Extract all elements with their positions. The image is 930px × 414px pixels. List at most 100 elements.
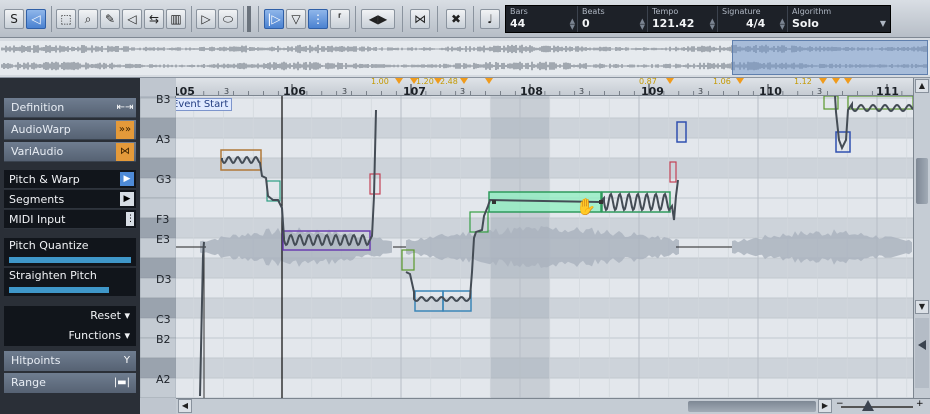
tempo-field[interactable]: Tempo 121.42 ▲ ▼: [648, 6, 718, 32]
bars-field[interactable]: Bars 44 ▲ ▼: [506, 6, 578, 32]
beat-number: 3: [342, 87, 348, 96]
range-section[interactable]: Range |▬|: [4, 373, 136, 393]
vertical-scroll-thumb[interactable]: [916, 158, 928, 204]
toolbar-divider: [355, 6, 356, 32]
warp-tab-marker[interactable]: [410, 78, 418, 84]
bars-value[interactable]: 44: [510, 17, 525, 30]
warp-factor: 1.12: [794, 78, 812, 86]
signature-value[interactable]: 4/4: [746, 17, 765, 30]
warp-factor: 0.87: [639, 78, 657, 86]
pitch-warp-mode[interactable]: Pitch & Warp ▶: [4, 170, 136, 189]
warp-tab-marker[interactable]: [736, 78, 744, 84]
beats-field[interactable]: Beats 0 ▲ ▼: [578, 6, 648, 32]
horizontal-scrollbar[interactable]: ◀ ▶ − +: [176, 398, 930, 414]
signature-field[interactable]: Signature 4/4 ▲ ▼: [718, 6, 788, 32]
straighten-pitch-bar[interactable]: [9, 287, 110, 293]
warp-tab-marker[interactable]: [819, 78, 827, 84]
volume-slider-icon[interactable]: [247, 6, 251, 32]
split-button[interactable]: ◀▶: [361, 9, 395, 29]
warp-tab-marker[interactable]: [460, 78, 468, 84]
bars-spinner-icon[interactable]: ▲ ▼: [570, 18, 575, 31]
draw-tool-button[interactable]: ✎: [100, 9, 120, 29]
key-label: C3: [156, 313, 171, 326]
toolbar-divider: [191, 6, 192, 32]
grid-button[interactable]: ⋮: [308, 9, 328, 29]
algorithm-field[interactable]: Algorithm Solo ▼: [788, 6, 890, 32]
scroll-right-icon[interactable]: ▶: [818, 399, 832, 413]
bar-number: 108: [520, 85, 543, 96]
audition-button[interactable]: ◁: [26, 9, 46, 29]
grid-icon: ⋮: [312, 12, 324, 26]
bracket-button[interactable]: ⸢: [330, 9, 350, 29]
overview-view-window[interactable]: [732, 40, 928, 75]
hitpoints-label: Hitpoints: [11, 354, 61, 367]
warp-icon: ✖: [450, 12, 462, 26]
mirror-icon: ⋈: [414, 12, 426, 26]
scroll-up-icon[interactable]: ▲: [915, 79, 929, 93]
warp-button[interactable]: ✖: [446, 9, 466, 29]
timewarp-tool-button[interactable]: ▥: [166, 9, 186, 29]
midi-input-mode[interactable]: MIDI Input ⋮: [4, 210, 136, 229]
object-select-button[interactable]: ⬚: [56, 9, 76, 29]
split-icon: ◀▶: [368, 12, 388, 26]
beats-value[interactable]: 0: [582, 17, 590, 30]
zoom-tool-button[interactable]: ⌕: [78, 9, 98, 29]
scrub-tool-button[interactable]: ⇆: [144, 9, 164, 29]
loop-button[interactable]: ⬭: [218, 9, 238, 29]
warp-tab-marker[interactable]: [844, 78, 852, 84]
straighten-pitch-slider[interactable]: Straighten Pitch: [4, 268, 136, 296]
variaudio-icon: ⋈: [116, 143, 134, 161]
algorithm-value[interactable]: Solo: [792, 17, 819, 30]
warp-tab-marker[interactable]: [485, 78, 493, 84]
tempo-spinner-icon[interactable]: ▲ ▼: [710, 18, 715, 31]
horizontal-zoom-track[interactable]: [841, 406, 913, 408]
key-label: G3: [156, 173, 172, 186]
tempo-value[interactable]: 121.42: [652, 17, 694, 30]
snap-button[interactable]: |▷: [264, 9, 284, 29]
reset-menu[interactable]: Reset ▾: [4, 306, 136, 326]
audiowarp-section[interactable]: AudioWarp »»: [4, 120, 136, 140]
mirror-button[interactable]: ⋈: [410, 9, 430, 29]
toolbar-divider: [258, 6, 259, 32]
scroll-left-icon[interactable]: ◀: [178, 399, 192, 413]
warp-tab-marker[interactable]: [666, 78, 674, 84]
horizontal-scroll-thumb[interactable]: [688, 401, 816, 412]
functions-menu[interactable]: Functions ▾: [4, 326, 136, 346]
play-button[interactable]: ▷: [196, 9, 216, 29]
segment-handle[interactable]: [599, 200, 603, 204]
vertical-zoom-slider[interactable]: [915, 318, 929, 388]
zoom-in-icon[interactable]: +: [916, 399, 924, 409]
pitch-quantize-bar[interactable]: [9, 257, 131, 263]
note-button[interactable]: ♩: [480, 9, 500, 29]
solo-button[interactable]: S: [4, 9, 24, 29]
inspector-panel: Definition ⇤⇥ AudioWarp »» VariAudio ⋈ P…: [0, 78, 140, 414]
chevron-down-icon[interactable]: ▼: [880, 19, 886, 28]
pitch-quantize-label: Pitch Quantize: [9, 239, 89, 252]
quantize-button[interactable]: ▽: [286, 9, 306, 29]
scroll-down-icon[interactable]: ▼: [915, 300, 929, 314]
key-label: B2: [156, 333, 171, 346]
overview-line[interactable]: [0, 38, 930, 78]
pitch-editor-canvas[interactable]: ✋ Event Start: [176, 96, 913, 398]
audition-tool-button[interactable]: ◁: [122, 9, 142, 29]
midi-input-label: MIDI Input: [9, 213, 66, 226]
zoom-knob-icon[interactable]: [918, 340, 926, 350]
pitch-warp-label: Pitch & Warp: [9, 173, 80, 186]
beats-spinner-icon[interactable]: ▲ ▼: [640, 18, 645, 31]
signature-spinner-icon[interactable]: ▲ ▼: [780, 18, 785, 31]
warp-tab-marker[interactable]: [395, 78, 403, 84]
warp-tab-marker[interactable]: [832, 78, 840, 84]
warp-tab-marker[interactable]: [434, 78, 442, 84]
variaudio-section[interactable]: VariAudio ⋈: [4, 142, 136, 162]
grid-tool-icon: ▥: [170, 12, 182, 26]
vertical-scrollbar[interactable]: ▲ ▼: [913, 78, 930, 398]
pitch-quantize-slider[interactable]: Pitch Quantize: [4, 238, 136, 266]
definition-section[interactable]: Definition ⇤⇥: [4, 98, 136, 118]
loop-icon: ⬭: [222, 12, 234, 26]
zoom-knob-icon[interactable]: [862, 400, 874, 411]
time-ruler[interactable]: 105 106 107 108 109 110 111 3 3 3 3 3 3 …: [176, 78, 913, 96]
segments-mode[interactable]: Segments ▶: [4, 190, 136, 209]
segment-handle[interactable]: [492, 200, 496, 204]
bar-number: 106: [283, 85, 306, 96]
hitpoints-section[interactable]: Hitpoints Y: [4, 351, 136, 371]
